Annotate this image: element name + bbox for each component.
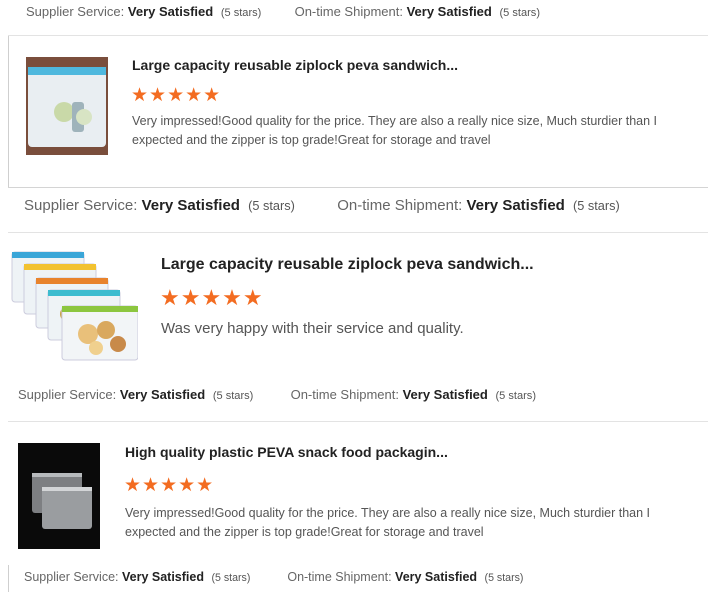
supplier-service-label: Supplier Service: xyxy=(24,197,138,214)
review-1-text: Very impressed!Good quality for the pric… xyxy=(132,114,658,147)
supplier-service-value: Very Satisfied xyxy=(121,570,204,584)
shipment-label: On-time Shipment: xyxy=(287,570,392,584)
supplier-service-value: Very Satisfied xyxy=(141,197,240,214)
shipment-value: Very Satisfied xyxy=(402,387,488,402)
shipment-label: On-time Shipment: xyxy=(337,197,463,214)
supplier-service-stars: (5 stars) xyxy=(212,390,254,402)
review-2-stars: ★★★★★ xyxy=(160,285,264,310)
supplier-service-label: Supplier Service: xyxy=(18,387,117,402)
supplier-service-label: Supplier Service: xyxy=(24,570,119,584)
shipment-value: Very Satisfied xyxy=(395,570,478,584)
shipment-value: Very Satisfied xyxy=(466,197,565,214)
shipment-stars: (5 stars) xyxy=(499,7,540,19)
rating-line-2: Supplier Service: Very Satisfied (5 star… xyxy=(18,387,536,402)
review-1-product-image[interactable] xyxy=(26,57,108,155)
frosted-ziplock-bag-photo-icon xyxy=(26,57,108,155)
review-3-text: Very impressed!Good quality for the pric… xyxy=(125,506,651,539)
divider xyxy=(8,232,708,233)
rating-line-3: Supplier Service: Very Satisfied (5 star… xyxy=(24,570,523,584)
rating-line-top: Supplier Service: Very Satisfied (5 star… xyxy=(26,4,540,19)
supplier-service-value: Very Satisfied xyxy=(119,387,206,402)
card-border-left xyxy=(8,36,9,188)
review-3-stars: ★★★★★ xyxy=(124,475,215,496)
divider xyxy=(8,187,708,188)
shipment-label: On-time Shipment: xyxy=(294,4,403,19)
review-1-title[interactable]: Large capacity reusable ziplock peva san… xyxy=(132,57,458,73)
rating-line-1: Supplier Service: Very Satisfied (5 star… xyxy=(24,197,620,214)
supplier-service-stars: (5 stars) xyxy=(248,198,295,213)
shipment-stars: (5 stars) xyxy=(484,572,524,584)
review-2-title[interactable]: Large capacity reusable ziplock peva san… xyxy=(161,256,534,274)
divider xyxy=(8,35,708,36)
supplier-service-value: Very Satisfied xyxy=(127,4,214,19)
shipment-label: On-time Shipment: xyxy=(290,387,399,402)
review-2-text: Was very happy with their service and qu… xyxy=(161,320,464,337)
supplier-service-stars: (5 stars) xyxy=(220,7,262,19)
shipment-stars: (5 stars) xyxy=(495,390,536,402)
supplier-service-stars: (5 stars) xyxy=(211,572,251,584)
shipment-stars: (5 stars) xyxy=(573,198,620,213)
clear-bags-on-black-icon xyxy=(18,443,100,549)
review-3-product-image[interactable] xyxy=(18,443,100,549)
review-2-product-image[interactable] xyxy=(10,250,138,362)
divider xyxy=(8,421,708,422)
shipment-value: Very Satisfied xyxy=(406,4,492,19)
review-1-stars: ★★★★★ xyxy=(131,85,222,106)
card-border-left xyxy=(8,565,9,592)
supplier-service-label: Supplier Service: xyxy=(26,4,125,19)
colorful-ziplock-bags-stack-icon xyxy=(11,251,138,361)
review-3-title[interactable]: High quality plastic PEVA snack food pac… xyxy=(125,444,448,460)
